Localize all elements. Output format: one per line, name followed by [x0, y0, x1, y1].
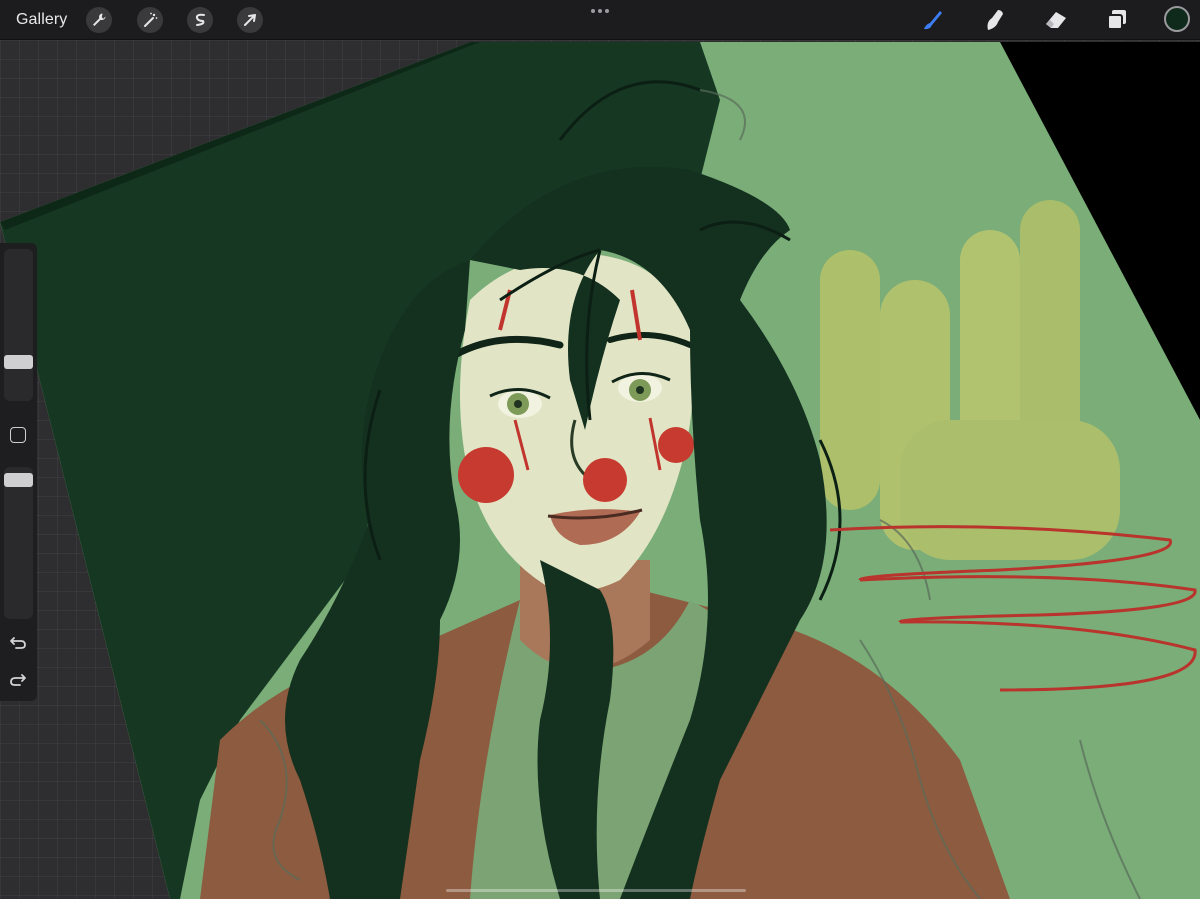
- smudge-icon[interactable]: [980, 6, 1008, 34]
- actions-button[interactable]: [86, 7, 112, 33]
- opacity-thumb[interactable]: [4, 473, 33, 487]
- right-pupil: [636, 386, 644, 394]
- brush-size-thumb[interactable]: [4, 355, 33, 369]
- color-swatch[interactable]: [1164, 6, 1190, 32]
- magic-wand-icon: [144, 12, 158, 27]
- layers-icon[interactable]: [1103, 6, 1131, 34]
- left-cheek: [458, 447, 514, 503]
- left-pupil: [514, 400, 522, 408]
- brush-size-slider[interactable]: [4, 249, 33, 401]
- drawing-canvas[interactable]: [0, 0, 1200, 899]
- eraser-icon[interactable]: [1042, 6, 1070, 34]
- wrench-icon: [93, 13, 106, 26]
- left-sidebar: [0, 243, 37, 701]
- more-dots-icon[interactable]: [588, 6, 612, 16]
- selection-button[interactable]: [187, 7, 213, 33]
- right-cheek: [658, 427, 694, 463]
- selection-s-icon: [195, 13, 205, 26]
- clown-nose: [583, 458, 627, 502]
- opacity-slider[interactable]: [4, 467, 33, 619]
- undo-icon[interactable]: [9, 633, 27, 651]
- artwork[interactable]: [0, 0, 1200, 899]
- adjustments-button[interactable]: [137, 7, 163, 33]
- redo-icon[interactable]: [9, 670, 27, 688]
- top-toolbar: Gallery: [0, 0, 1200, 40]
- square-modify-icon[interactable]: [10, 427, 26, 443]
- brush-icon[interactable]: [918, 6, 946, 34]
- arrow-cursor-icon: [244, 14, 256, 26]
- home-indicator: [446, 889, 746, 892]
- gallery-button[interactable]: Gallery: [16, 10, 67, 30]
- procreate-app: Gallery: [0, 0, 1200, 899]
- transform-button[interactable]: [237, 7, 263, 33]
